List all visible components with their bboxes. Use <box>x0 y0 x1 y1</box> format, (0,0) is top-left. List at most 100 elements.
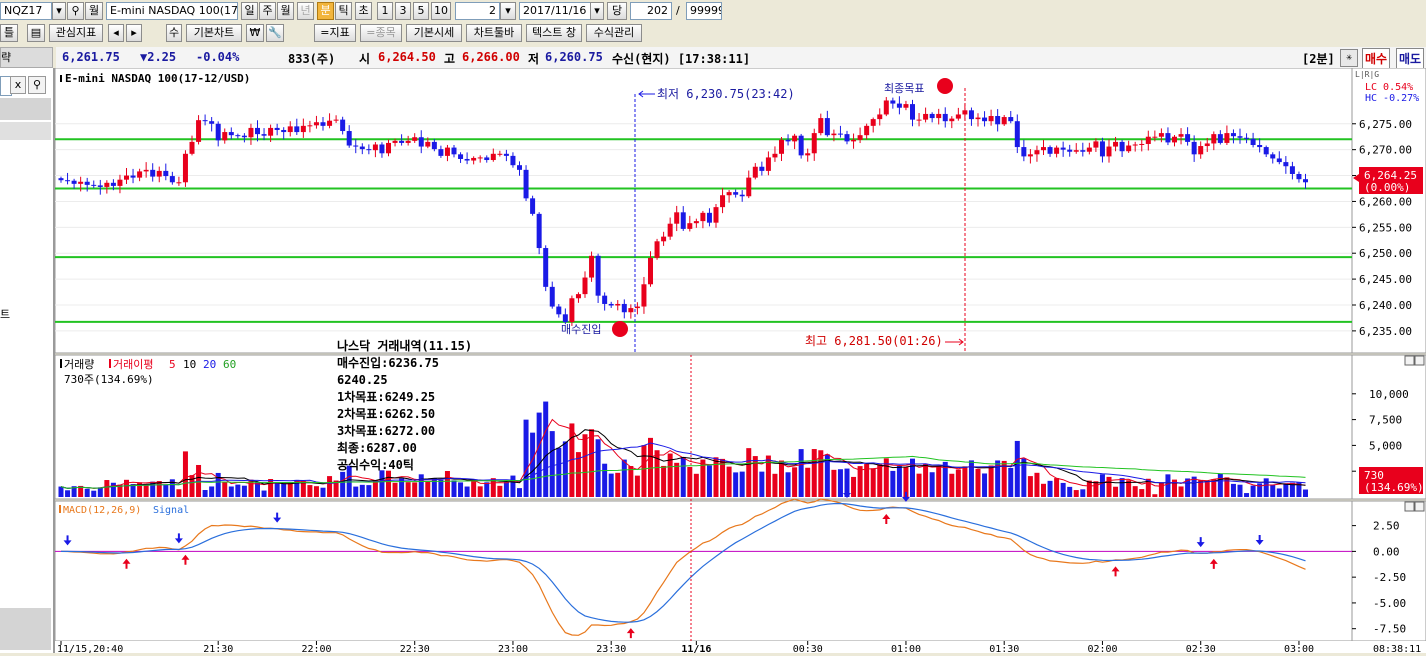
candle-body <box>163 170 169 177</box>
interval-spin[interactable]: ▾ <box>500 2 516 20</box>
candle-body <box>1041 147 1046 151</box>
volume-bar <box>1283 483 1289 497</box>
candle-body <box>602 295 608 304</box>
btn-month[interactable]: 월 <box>277 2 294 20</box>
buy-entry-dot <box>612 321 628 337</box>
btn-week[interactable]: 주 <box>259 2 276 20</box>
candle-body <box>1217 134 1223 143</box>
macd-panel-close[interactable] <box>1414 501 1425 512</box>
btn-1[interactable]: 1 <box>377 2 393 20</box>
vol-panel-close[interactable] <box>1414 355 1425 366</box>
date-field[interactable]: 2017/11/16 <box>519 2 591 20</box>
btn-10[interactable]: 10 <box>431 2 451 20</box>
btn-minute[interactable]: 분 <box>317 2 334 20</box>
settings-icon[interactable]: ✳ <box>1340 49 1358 67</box>
candle-body <box>1145 136 1151 144</box>
candle-body <box>982 117 988 122</box>
symbol-code-field[interactable]: NQZ17 <box>0 2 52 20</box>
buy-button[interactable]: 매수 <box>1362 48 1391 69</box>
prev-button[interactable]: ◂ <box>108 24 124 42</box>
volume-bar <box>1086 480 1092 497</box>
price-tick-label: 6,260.00 <box>1359 195 1412 208</box>
text-window-button[interactable]: 텍스트 창 <box>526 24 582 42</box>
candle-body <box>392 140 398 143</box>
add-symbol-button[interactable]: =종목 <box>360 24 402 42</box>
candle-body <box>549 286 555 307</box>
chart-area[interactable]: 6,275.006,270.006,265.006,260.006,255.00… <box>54 67 1426 655</box>
left-search-icon[interactable]: ⚲ <box>28 76 46 94</box>
date-dropdown-button[interactable]: ▾ <box>590 2 604 20</box>
left-tab[interactable]: 략 <box>0 47 53 68</box>
candle-body <box>713 207 719 223</box>
btn-tick[interactable]: 틱 <box>335 2 352 20</box>
max-count-field[interactable]: 99999 <box>686 2 722 20</box>
candle-body <box>949 118 955 122</box>
volume-bar <box>661 465 667 497</box>
candle-body <box>837 133 843 135</box>
interval-field[interactable]: 2 <box>455 2 500 20</box>
volume-bar <box>1021 458 1027 497</box>
basic-chart-button[interactable]: 기본차트 <box>186 24 242 42</box>
sell-button[interactable]: 매도 <box>1396 48 1425 69</box>
volume-bar <box>798 449 804 497</box>
volume-bar <box>97 487 103 497</box>
candle-body <box>805 153 811 156</box>
vol-panel-minimize[interactable] <box>1404 355 1415 366</box>
candle-body <box>405 140 411 143</box>
candle-body <box>517 165 522 170</box>
btn-second[interactable]: 초 <box>355 2 372 20</box>
layout-button[interactable]: 틀 <box>0 24 18 42</box>
period-month-button[interactable]: 월 <box>85 2 103 20</box>
volume-ma-20: 20 <box>203 358 216 371</box>
volume-bar <box>851 476 857 497</box>
basic-quote-button[interactable]: 기본시세 <box>406 24 462 42</box>
formula-manager-button[interactable]: 수식관리 <box>586 24 642 42</box>
candle-body <box>1250 138 1256 146</box>
wrench-icon[interactable]: 🔧 <box>266 24 284 42</box>
next-button[interactable]: ▸ <box>126 24 142 42</box>
add-indicator-button[interactable]: =지표 <box>314 24 356 42</box>
candle-body <box>530 198 536 214</box>
volume-bar <box>1099 474 1105 497</box>
search-icon[interactable]: ⚲ <box>67 2 84 20</box>
candle-body <box>955 114 961 119</box>
watchlist-indicator-button[interactable]: 관심지표 <box>49 24 103 42</box>
btn-year[interactable]: 년 <box>297 2 314 20</box>
volume-bar <box>975 468 981 497</box>
candle-body <box>228 132 234 136</box>
symbol-dropdown-button[interactable]: ▾ <box>52 2 66 20</box>
save-icon[interactable]: ▤ <box>27 24 45 42</box>
candle-body <box>261 134 267 136</box>
chart-toolbar-button[interactable]: 차트툴바 <box>466 24 522 42</box>
candle-body <box>648 257 653 285</box>
currency-icon[interactable]: ₩ <box>246 24 264 42</box>
candle-body <box>169 176 175 183</box>
candle-body <box>497 153 503 155</box>
btn-day[interactable]: 일 <box>241 2 258 20</box>
candle-body <box>294 126 300 133</box>
btn-3[interactable]: 3 <box>395 2 411 20</box>
volume-bar <box>517 488 522 497</box>
candle-body <box>936 113 942 119</box>
volume-bar <box>955 469 961 497</box>
modify-button[interactable]: 수 <box>166 24 182 42</box>
unit-button[interactable]: 당 <box>607 2 627 20</box>
candle-body <box>490 153 496 161</box>
chart-svg[interactable]: 6,275.006,270.006,265.006,260.006,255.00… <box>54 67 1426 655</box>
clear-search-button[interactable]: x <box>10 76 26 94</box>
volume-bar <box>143 483 149 497</box>
candle-body <box>680 212 686 229</box>
macd-panel-minimize[interactable] <box>1404 501 1415 512</box>
symbol-name-field[interactable]: E-mini NASDAQ 100(17- <box>106 2 238 20</box>
btn-5[interactable]: 5 <box>413 2 429 20</box>
volume-bar <box>372 480 378 497</box>
volume-bar <box>320 487 326 497</box>
candle-body <box>65 180 71 182</box>
volume-bar <box>1250 485 1256 497</box>
count-field[interactable]: 202 <box>630 2 672 20</box>
candle-body <box>503 153 509 156</box>
lrg-tag: L|R|G <box>1355 70 1379 79</box>
candle-body <box>281 129 287 133</box>
volume-bar <box>988 465 994 497</box>
candle-body <box>916 119 922 121</box>
